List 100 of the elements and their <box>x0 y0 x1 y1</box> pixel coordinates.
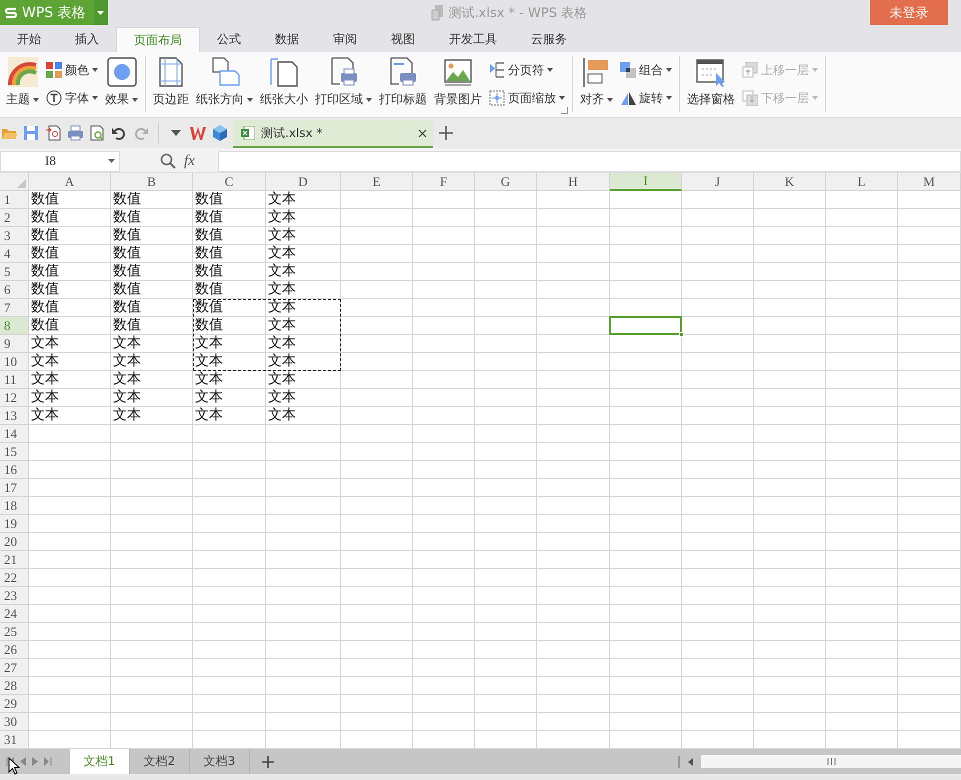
table-cell[interactable] <box>413 605 475 623</box>
table-cell[interactable] <box>475 371 537 389</box>
table-cell[interactable] <box>898 497 961 515</box>
table-cell[interactable] <box>413 497 475 515</box>
table-cell[interactable] <box>537 245 610 263</box>
row-header[interactable]: 30 <box>0 713 29 731</box>
table-cell[interactable] <box>193 623 266 641</box>
table-cell[interactable] <box>898 677 961 695</box>
row-header[interactable]: 23 <box>0 587 29 605</box>
table-cell[interactable] <box>475 623 537 641</box>
table-cell[interactable] <box>29 497 111 515</box>
table-cell[interactable] <box>898 245 961 263</box>
table-cell[interactable] <box>413 533 475 551</box>
dialog-launcher-icon[interactable] <box>561 107 568 114</box>
table-cell[interactable] <box>111 569 193 587</box>
table-cell[interactable]: 数值 <box>111 191 193 209</box>
table-cell[interactable] <box>413 317 475 335</box>
table-cell[interactable] <box>754 515 826 533</box>
column-header[interactable]: H <box>537 173 610 191</box>
column-header[interactable]: M <box>898 173 961 191</box>
function-button[interactable]: fx <box>184 152 195 170</box>
table-cell[interactable] <box>754 497 826 515</box>
table-cell[interactable] <box>266 461 341 479</box>
table-cell[interactable] <box>610 353 682 371</box>
table-cell[interactable] <box>475 425 537 443</box>
column-header[interactable]: L <box>826 173 898 191</box>
table-cell[interactable] <box>898 335 961 353</box>
table-cell[interactable] <box>537 353 610 371</box>
wps-logo-icon[interactable] <box>190 126 206 140</box>
table-cell[interactable] <box>266 713 341 731</box>
table-cell[interactable] <box>111 587 193 605</box>
table-cell[interactable] <box>537 479 610 497</box>
table-cell[interactable] <box>266 443 341 461</box>
caret-icon[interactable] <box>666 68 672 72</box>
table-cell[interactable] <box>475 479 537 497</box>
table-cell[interactable] <box>266 551 341 569</box>
table-cell[interactable] <box>610 587 682 605</box>
table-cell[interactable]: 文本 <box>193 407 266 425</box>
table-cell[interactable] <box>898 587 961 605</box>
table-cell[interactable]: 文本 <box>111 389 193 407</box>
table-cell[interactable] <box>475 317 537 335</box>
table-cell[interactable] <box>341 695 413 713</box>
table-cell[interactable] <box>341 335 413 353</box>
table-cell[interactable] <box>475 713 537 731</box>
table-cell[interactable] <box>537 281 610 299</box>
table-cell[interactable] <box>754 623 826 641</box>
table-cell[interactable]: 文本 <box>266 317 341 335</box>
table-cell[interactable] <box>266 533 341 551</box>
row-header[interactable]: 29 <box>0 695 29 713</box>
table-cell[interactable] <box>29 695 111 713</box>
formula-input[interactable] <box>218 150 961 172</box>
row-header[interactable]: 3 <box>0 227 29 245</box>
table-cell[interactable] <box>193 461 266 479</box>
table-cell[interactable] <box>266 425 341 443</box>
table-cell[interactable] <box>610 533 682 551</box>
row-header[interactable]: 20 <box>0 533 29 551</box>
ribbon-button[interactable]: 打印标题 <box>377 56 429 112</box>
table-cell[interactable] <box>682 677 754 695</box>
menu-tab[interactable]: 云服务 <box>514 27 584 52</box>
table-cell[interactable] <box>475 533 537 551</box>
table-cell[interactable] <box>610 407 682 425</box>
table-cell[interactable] <box>193 479 266 497</box>
table-cell[interactable] <box>610 191 682 209</box>
table-cell[interactable] <box>826 317 898 335</box>
table-cell[interactable] <box>826 605 898 623</box>
table-cell[interactable] <box>754 641 826 659</box>
table-cell[interactable] <box>682 245 754 263</box>
column-header[interactable]: B <box>111 173 193 191</box>
table-cell[interactable] <box>413 209 475 227</box>
table-cell[interactable] <box>754 551 826 569</box>
table-cell[interactable] <box>341 587 413 605</box>
table-cell[interactable] <box>341 497 413 515</box>
table-cell[interactable] <box>537 587 610 605</box>
table-cell[interactable] <box>475 407 537 425</box>
table-cell[interactable] <box>754 371 826 389</box>
table-cell[interactable] <box>475 461 537 479</box>
table-cell[interactable] <box>898 623 961 641</box>
table-cell[interactable] <box>682 515 754 533</box>
table-cell[interactable] <box>826 425 898 443</box>
table-cell[interactable] <box>537 191 610 209</box>
table-cell[interactable] <box>537 227 610 245</box>
table-cell[interactable] <box>826 677 898 695</box>
cell-cursor[interactable] <box>609 316 682 335</box>
table-cell[interactable] <box>754 407 826 425</box>
menu-tab[interactable]: 开发工具 <box>432 27 514 52</box>
table-cell[interactable] <box>413 281 475 299</box>
table-cell[interactable] <box>475 677 537 695</box>
table-cell[interactable] <box>826 515 898 533</box>
table-cell[interactable] <box>898 281 961 299</box>
table-cell[interactable] <box>413 389 475 407</box>
table-cell[interactable] <box>537 641 610 659</box>
table-cell[interactable] <box>754 479 826 497</box>
table-cell[interactable] <box>682 281 754 299</box>
table-cell[interactable]: 数值 <box>193 299 266 317</box>
column-header[interactable]: A <box>29 173 111 191</box>
table-cell[interactable] <box>898 263 961 281</box>
ribbon-button[interactable]: 对齐 <box>578 56 615 112</box>
table-cell[interactable] <box>111 461 193 479</box>
ribbon-button[interactable]: 页边距 <box>151 56 191 112</box>
menu-tab[interactable]: 开始 <box>0 27 58 52</box>
